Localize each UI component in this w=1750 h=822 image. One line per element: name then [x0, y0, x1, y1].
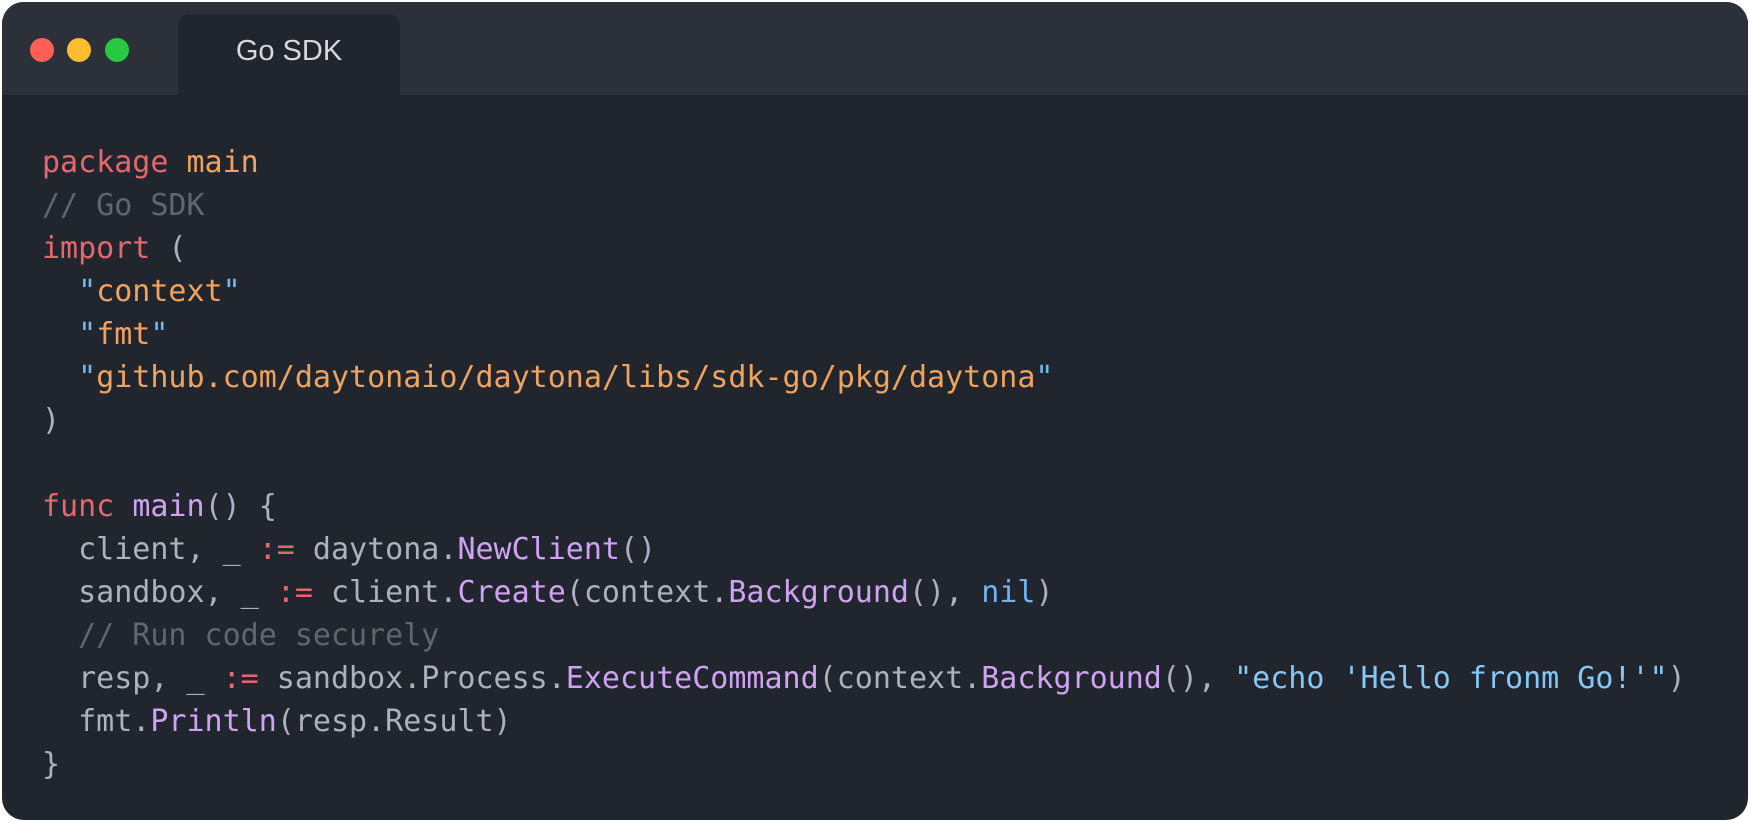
code-token: fmt.: [42, 704, 151, 739]
code-token: daytona.: [294, 532, 458, 567]
code-line: resp, _ := sandbox.Process.ExecuteComman…: [42, 657, 1686, 700]
code-token: "echo 'Hello fronm Go!'": [1234, 661, 1668, 696]
code-line: // Run code securely: [42, 614, 1686, 657]
code-token: client, _: [42, 532, 259, 567]
code-line: import (: [42, 227, 1686, 270]
code-line: func main() {: [42, 485, 1686, 528]
tab-label: Go SDK: [235, 35, 343, 67]
code-token: (context.: [818, 661, 982, 696]
code-token: NewClient: [457, 532, 620, 567]
code-token: :=: [276, 575, 313, 610]
code-line: "fmt": [42, 313, 1686, 356]
code-window: Go SDK package main// Go SDK import ( "co…: [2, 2, 1748, 820]
code-line: // Go SDK: [42, 184, 1686, 227]
code-token: ExecuteCommand: [565, 661, 819, 696]
code-token: (),: [1161, 661, 1235, 696]
maximize-window-button[interactable]: [105, 38, 129, 62]
code-token: ): [1035, 575, 1054, 610]
code-token: main: [186, 145, 259, 180]
code-token: Create: [457, 575, 566, 610]
code-token: :=: [258, 532, 295, 567]
code-token: ": [78, 317, 97, 352]
code-token: github.com/daytonaio/daytona/libs/sdk-go…: [96, 360, 1036, 395]
code-token: import: [42, 231, 151, 266]
code-token: (): [620, 532, 657, 567]
code-token: resp, _: [42, 661, 223, 696]
code-token: ": [222, 274, 241, 309]
code-line: }: [42, 743, 1686, 786]
code-token: :=: [222, 661, 259, 696]
code-line: "github.com/daytonaio/daytona/libs/sdk-g…: [42, 356, 1686, 399]
code-block: package main// Go SDK import ( "context" …: [42, 141, 1686, 786]
code-line: ): [42, 399, 1686, 442]
code-token: () {: [204, 489, 277, 524]
code-line: "context": [42, 270, 1686, 313]
code-token: main: [132, 489, 205, 524]
code-line: fmt.Println(resp.Result): [42, 700, 1686, 743]
code-token: context: [96, 274, 223, 309]
code-token: }: [42, 747, 61, 782]
code-token: (context.: [565, 575, 729, 610]
code-token: Println: [150, 704, 277, 739]
code-token: ": [78, 274, 97, 309]
code-token: sandbox.Process.: [258, 661, 566, 696]
code-token: client.: [312, 575, 458, 610]
code-token: ": [78, 360, 97, 395]
code-token: Background: [728, 575, 909, 610]
code-token: func: [42, 489, 115, 524]
code-token: (resp.Result): [276, 704, 512, 739]
code-token: Background: [981, 661, 1162, 696]
code-token: (),: [909, 575, 982, 610]
code-line: client, _ := daytona.NewClient(): [42, 528, 1686, 571]
code-token: (: [150, 231, 187, 266]
tab-go-sdk[interactable]: Go SDK: [178, 14, 400, 95]
code-token: ": [1035, 360, 1054, 395]
minimize-window-button[interactable]: [67, 38, 91, 62]
code-token: package: [42, 145, 169, 180]
code-token: fmt: [96, 317, 151, 352]
title-bar: Go SDK: [2, 2, 1748, 95]
code-token: ): [42, 403, 61, 438]
code-token: ): [1667, 661, 1686, 696]
code-token: // Run code securely: [42, 618, 440, 653]
code-token: nil: [981, 575, 1036, 610]
code-line: package main: [42, 141, 1686, 184]
code-token: // Go SDK: [42, 188, 205, 223]
code-token: ": [150, 317, 169, 352]
code-line: sandbox, _ := client.Create(context.Back…: [42, 571, 1686, 614]
code-token: sandbox, _: [42, 575, 277, 610]
close-window-button[interactable]: [30, 38, 54, 62]
